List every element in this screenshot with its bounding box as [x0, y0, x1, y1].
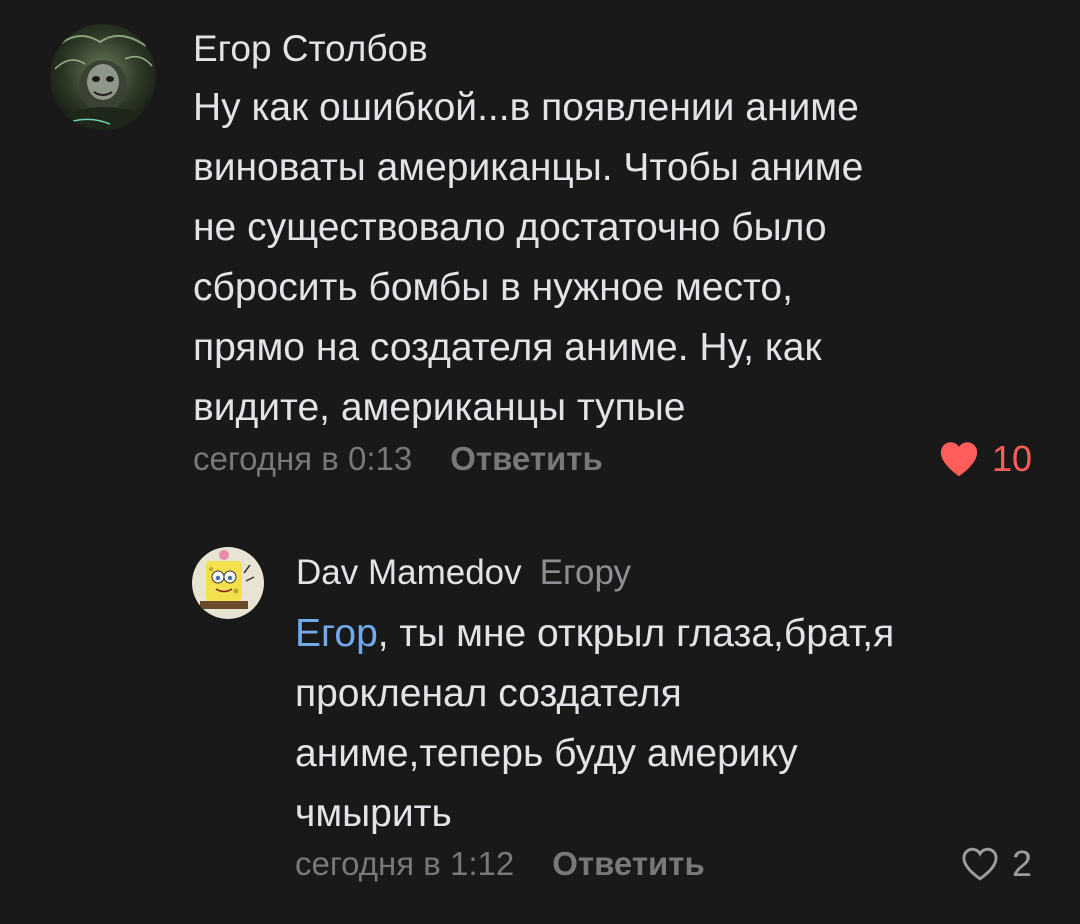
heart-filled-icon — [940, 442, 978, 477]
avatar[interactable] — [192, 547, 264, 619]
comment-text-line: прокленал создателя — [295, 672, 682, 715]
like-count: 10 — [991, 438, 1032, 479]
reply-button[interactable]: Ответить — [552, 845, 705, 882]
heart-outline-icon — [962, 847, 998, 881]
comment-timestamp: сегодня в 1:12 — [295, 845, 515, 882]
comment-text-line: сбросить бомбы в нужное место, — [193, 266, 793, 309]
like-button[interactable]: 2 — [960, 843, 1032, 885]
comment-author: Dav Mamedov Егору — [296, 553, 631, 593]
comment-text-line: чмырить — [295, 792, 452, 835]
comment-item: Егор Столбов Ну как ошибкой...в появлени… — [0, 0, 1080, 500]
comment-text: Ну как ошибкой...в появлении аниме винов… — [193, 78, 1053, 438]
comment-meta: сегодня в 0:13 Ответить — [193, 440, 603, 478]
comment-text-line: Егор, ты мне открыл глаза,брат,я — [295, 604, 1035, 664]
comment-text-line: видите, американцы тупые — [193, 386, 686, 429]
comment-timestamp: сегодня в 0:13 — [193, 440, 413, 477]
comment-author[interactable]: Егор Столбов — [193, 28, 428, 70]
reply-to-label[interactable]: Егору — [540, 553, 631, 592]
comment-text-fragment: , ты мне открыл глаза,брат,я — [377, 612, 895, 655]
spongebob-avatar-icon — [192, 547, 264, 619]
avatar[interactable] — [50, 24, 156, 130]
like-button[interactable]: 10 — [938, 438, 1032, 480]
comment-text: Егор, ты мне открыл глаза,брат,я проклен… — [295, 604, 1035, 844]
reply-comment-item: Dav Mamedov Егору Егор, ты мне открыл гла… — [0, 530, 1080, 924]
reply-button[interactable]: Ответить — [450, 440, 603, 477]
mention-link[interactable]: Егор — [295, 612, 378, 655]
like-count: 2 — [1011, 843, 1032, 884]
comment-text-line: аниме,теперь буду америку — [295, 732, 798, 775]
author-name[interactable]: Dav Mamedov — [296, 553, 522, 592]
comment-meta: сегодня в 1:12 Ответить — [295, 845, 705, 883]
comment-text-line: прямо на создателя аниме. Ну, как — [193, 326, 822, 369]
comment-text-line: виноваты американцы. Чтобы аниме — [193, 146, 864, 189]
dark-creature-avatar-icon — [50, 24, 156, 130]
comment-text-line: Ну как ошибкой...в появлении аниме — [193, 86, 859, 129]
comment-text-line: не существовало достаточно было — [193, 206, 827, 249]
